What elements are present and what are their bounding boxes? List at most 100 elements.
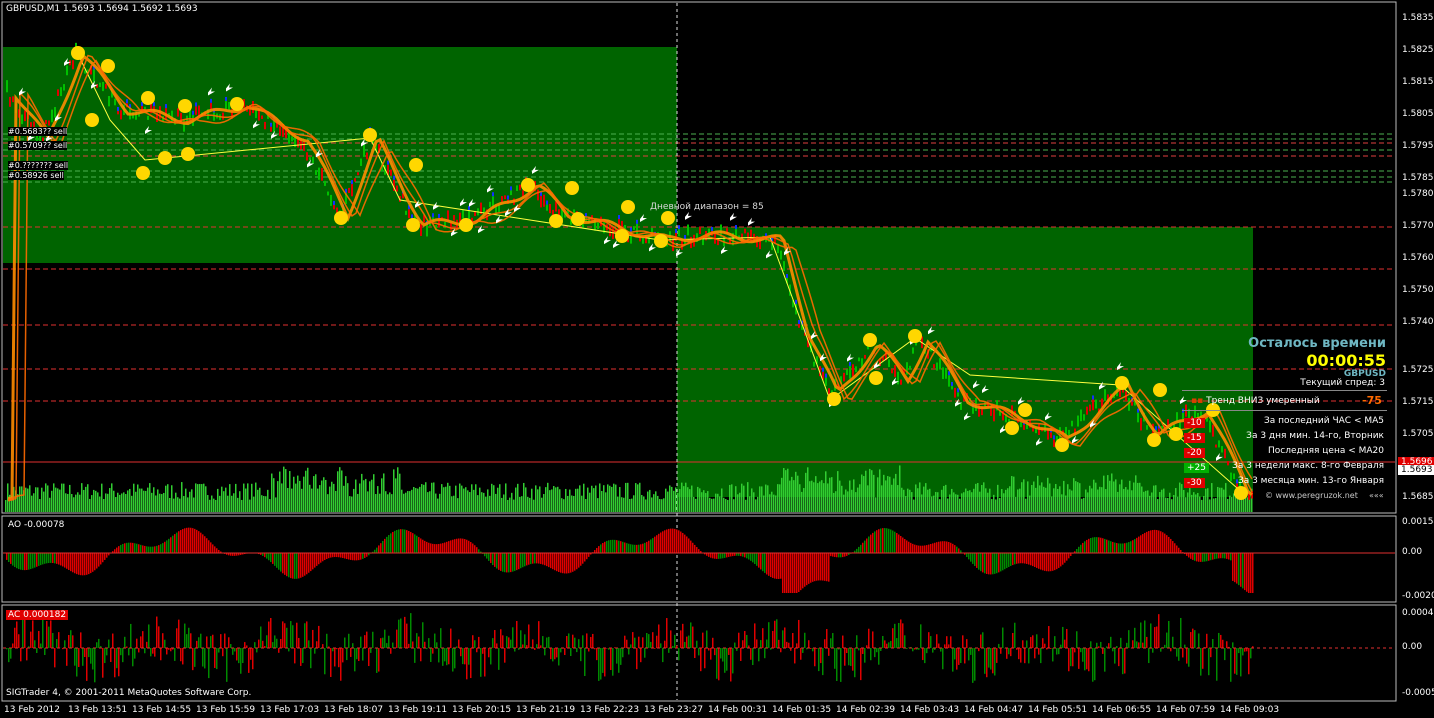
volume-bar [177, 497, 179, 512]
ac-bar [996, 648, 998, 663]
candle [96, 84, 98, 88]
ac-bar [878, 648, 880, 665]
ac-bar [750, 648, 752, 660]
ac-bar [482, 648, 484, 654]
ac-bar [452, 648, 454, 672]
volume-bar [165, 485, 167, 512]
ao-bar [828, 553, 830, 582]
volume-bar [1129, 480, 1131, 512]
volume-bar [309, 484, 311, 512]
ao-bar [730, 553, 732, 557]
volume-bar [485, 496, 487, 512]
order-label[interactable]: #0.5709?? sell [8, 141, 68, 150]
ao-bar [352, 553, 354, 561]
volume-bar [757, 496, 759, 512]
ao-bar [1154, 529, 1156, 553]
ac-bar [492, 638, 494, 648]
ao-bar [826, 553, 828, 582]
coin-icon [1055, 438, 1069, 452]
ac-bar [532, 639, 534, 648]
volume-bar [409, 491, 411, 512]
volume-bar [581, 495, 583, 512]
ao-bar [682, 532, 684, 553]
volume-bar [755, 499, 757, 512]
volume-bar [263, 495, 265, 512]
volume-bar [343, 485, 345, 512]
volume-bar [1213, 498, 1215, 512]
volume-bar [579, 485, 581, 512]
volume-bar [19, 486, 21, 512]
candle-blue [630, 227, 632, 232]
volume-bar [761, 486, 763, 512]
ac-bar [1048, 626, 1050, 648]
volume-bar [1187, 492, 1189, 512]
ao-bar [560, 553, 562, 573]
ao-bar [688, 538, 690, 553]
ac-bar [822, 648, 824, 676]
ao-bar [358, 553, 360, 561]
ac-bar [30, 631, 32, 648]
ac-bar [434, 633, 436, 648]
candle [798, 324, 800, 328]
ac-bar [564, 648, 566, 656]
candle-blue [1137, 408, 1139, 413]
ac-bar [782, 630, 784, 648]
coin-icon [615, 229, 629, 243]
volume-bar [1163, 488, 1165, 512]
price-tick: 1.5740 [1402, 317, 1434, 327]
volume-bar [47, 485, 49, 512]
ac-bar [198, 637, 200, 648]
ao-bar [1240, 553, 1242, 587]
volume-bar [297, 475, 299, 512]
ac-bar [354, 648, 356, 672]
ac-bar [416, 633, 418, 648]
current-spread: Текущий спред: 3 [1300, 378, 1385, 388]
ao-bar [896, 533, 898, 553]
volume-bar [239, 491, 241, 512]
volume-bar [301, 488, 303, 512]
coin-icon [654, 234, 668, 248]
ao-bar [346, 553, 348, 560]
ac-bar [130, 623, 132, 648]
volume-bar [219, 495, 221, 512]
ac-bar [1206, 633, 1208, 648]
ac-bar [444, 648, 446, 662]
ac-bar [800, 648, 802, 660]
ac-bar [386, 643, 388, 648]
volume-bar [341, 470, 343, 512]
order-label[interactable]: #0.5683?? sell [8, 127, 68, 136]
volume-bar [753, 492, 755, 512]
order-label[interactable]: #0.58926 sell [8, 171, 64, 180]
ac-bar [634, 637, 636, 648]
ac-bar [1006, 648, 1008, 659]
ac-bar [324, 648, 326, 675]
ac-bar [928, 632, 930, 648]
ao-bar [1202, 553, 1204, 562]
volume-bar [193, 497, 195, 512]
candle-blue [735, 225, 737, 230]
volume-bar [847, 491, 849, 512]
ac-bar [1142, 642, 1144, 648]
ao-bar [132, 542, 134, 553]
candle [426, 224, 428, 237]
candle [348, 187, 350, 194]
ac-bar [728, 648, 730, 655]
volume-bar [767, 485, 769, 512]
time-tick: 13 Feb 13:51 [68, 705, 128, 715]
volume-bar [705, 493, 707, 512]
candle-blue [546, 200, 548, 205]
ao-bar [412, 533, 414, 553]
ao-bar [1122, 543, 1124, 553]
ac-bar [540, 645, 542, 648]
volume-bar [479, 487, 481, 512]
volume-bar [1147, 490, 1149, 512]
ac-bar [270, 618, 272, 648]
ao-bar [874, 531, 876, 553]
ac-bar [554, 648, 556, 660]
volume-bar [595, 485, 597, 512]
chart-canvas[interactable] [0, 0, 1434, 718]
ac-bar [964, 648, 966, 664]
volume-bar [555, 487, 557, 512]
ac-bar [938, 643, 940, 648]
order-label[interactable]: #0.??????? sell [8, 161, 69, 170]
